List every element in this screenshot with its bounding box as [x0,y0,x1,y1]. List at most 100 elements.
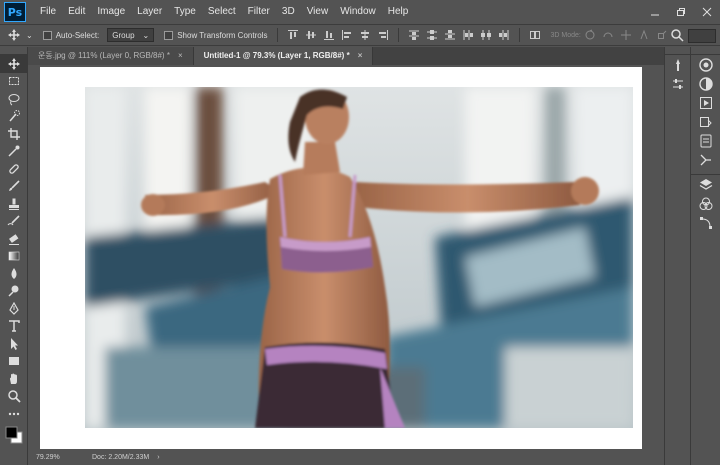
panel-grip[interactable] [0,47,27,55]
layers-icon [699,178,712,190]
quick-select-tool[interactable] [0,108,28,126]
tab-document-2[interactable]: Untitled-1 @ 79.3% (Layer 1, RGB/8#) * × [193,47,374,65]
hand-tool[interactable] [0,370,28,388]
3d-rotate-icon[interactable] [583,28,597,42]
canvas-area[interactable] [28,65,664,450]
dodge-tool[interactable] [0,283,28,301]
path-select-tool[interactable] [0,335,28,353]
distribute-left-icon[interactable] [461,28,475,42]
channels-panel-button[interactable] [691,194,720,213]
auto-select-value: Group [112,30,135,40]
layers-panel-button[interactable] [691,175,720,194]
minimize-button[interactable] [642,0,668,24]
dodge-icon [8,285,19,297]
distribute-top-icon[interactable] [407,28,421,42]
align-top-icon[interactable] [286,28,300,42]
crop-tool[interactable] [0,125,28,143]
channels-icon [699,197,712,210]
menu-filter[interactable]: Filter [242,0,276,24]
actions-panel-button[interactable] [691,93,720,112]
search-button[interactable] [670,28,684,45]
marquee-tool[interactable] [0,73,28,91]
type-tool[interactable] [0,318,28,336]
menu-image[interactable]: Image [91,0,131,24]
color-wheel-icon [698,57,713,72]
menu-layer[interactable]: Layer [131,0,168,24]
properties-panel-button[interactable] [665,74,690,93]
zoom-tool[interactable] [0,388,28,406]
move-icon [8,57,20,70]
arrow-select-icon [11,337,18,350]
crop-icon [8,127,20,140]
align-vcenter-icon[interactable] [304,28,318,42]
distribute-hcenter-icon[interactable] [479,28,493,42]
ellipsis-icon [8,412,20,415]
info-panel-button[interactable] [691,131,720,150]
paths-panel-button-2[interactable] [691,213,720,232]
photoshop-logo: Ps [4,2,26,22]
3d-slide-icon[interactable] [637,28,651,42]
move-tool-preset[interactable] [6,26,24,44]
auto-select-dropdown[interactable]: Group ⌄ [107,28,155,42]
align-bottom-icon[interactable] [322,28,336,42]
history-panel-button[interactable] [691,112,720,131]
color-panel-button[interactable] [691,55,720,74]
close-tab-icon[interactable]: × [358,51,363,60]
distribute-vcenter-icon[interactable] [425,28,439,42]
options-bar: ⌄ Auto-Select: Group ⌄ Show Transform Co… [0,24,720,46]
chevron-down-icon[interactable]: ⌄ [26,31,33,40]
status-menu-arrow[interactable]: › [157,454,159,461]
auto-align-icon[interactable] [528,28,542,42]
menu-file[interactable]: File [34,0,62,24]
adjustments-panel-button[interactable] [691,74,720,93]
menu-3d[interactable]: 3D [276,0,301,24]
menu-select[interactable]: Select [202,0,242,24]
distribute-right-icon[interactable] [497,28,511,42]
menu-help[interactable]: Help [382,0,415,24]
close-window-button[interactable] [694,0,720,24]
blur-tool[interactable] [0,265,28,283]
show-transform-checkbox[interactable] [164,30,174,40]
show-transform-label: Show Transform Controls [177,30,268,40]
rectangle-tool[interactable] [0,353,28,371]
workspace-dropdown[interactable] [688,29,716,43]
history-icon [699,116,712,127]
healing-brush-tool[interactable] [0,160,28,178]
divider [277,28,279,42]
eyedropper-tool[interactable] [0,143,28,161]
more-tools[interactable] [0,405,28,423]
align-hcenter-icon[interactable] [358,28,372,42]
document-canvas[interactable] [40,67,642,449]
menu-edit[interactable]: Edit [62,0,91,24]
paths-panel-button[interactable] [691,150,720,169]
brush-settings-panel-button[interactable] [665,55,690,74]
gradient-tool[interactable] [0,248,28,266]
3d-scale-icon[interactable] [655,28,669,42]
menu-view[interactable]: View [301,0,335,24]
color-swatches[interactable] [0,423,28,447]
align-right-icon[interactable] [376,28,390,42]
distribute-bottom-icon[interactable] [443,28,457,42]
menu-window[interactable]: Window [334,0,382,24]
restore-button[interactable] [668,0,694,24]
zoom-level[interactable]: 79.29% [28,454,70,461]
brush-tool[interactable] [0,178,28,196]
close-tab-icon[interactable]: × [178,51,183,60]
bandage-icon [9,163,19,174]
menu-type[interactable]: Type [168,0,202,24]
3d-pan-icon[interactable] [619,28,633,42]
tab-label: 운동.jpg @ 111% (Layer 0, RGB/8#) * [38,51,170,60]
eraser-tool[interactable] [0,230,28,248]
clone-stamp-tool[interactable] [0,195,28,213]
pen-tool[interactable] [0,300,28,318]
lasso-tool[interactable] [0,90,28,108]
3d-roll-icon[interactable] [601,28,615,42]
tab-document-1[interactable]: 운동.jpg @ 111% (Layer 0, RGB/8#) * × [28,47,194,65]
document-tabs: 운동.jpg @ 111% (Layer 0, RGB/8#) * × Untit… [28,47,664,65]
align-left-icon[interactable] [340,28,354,42]
panel-grip[interactable] [691,47,720,55]
move-tool[interactable] [0,55,28,73]
history-brush-tool[interactable] [0,213,28,231]
auto-select-checkbox[interactable] [42,30,52,40]
panel-grip[interactable] [665,47,690,55]
